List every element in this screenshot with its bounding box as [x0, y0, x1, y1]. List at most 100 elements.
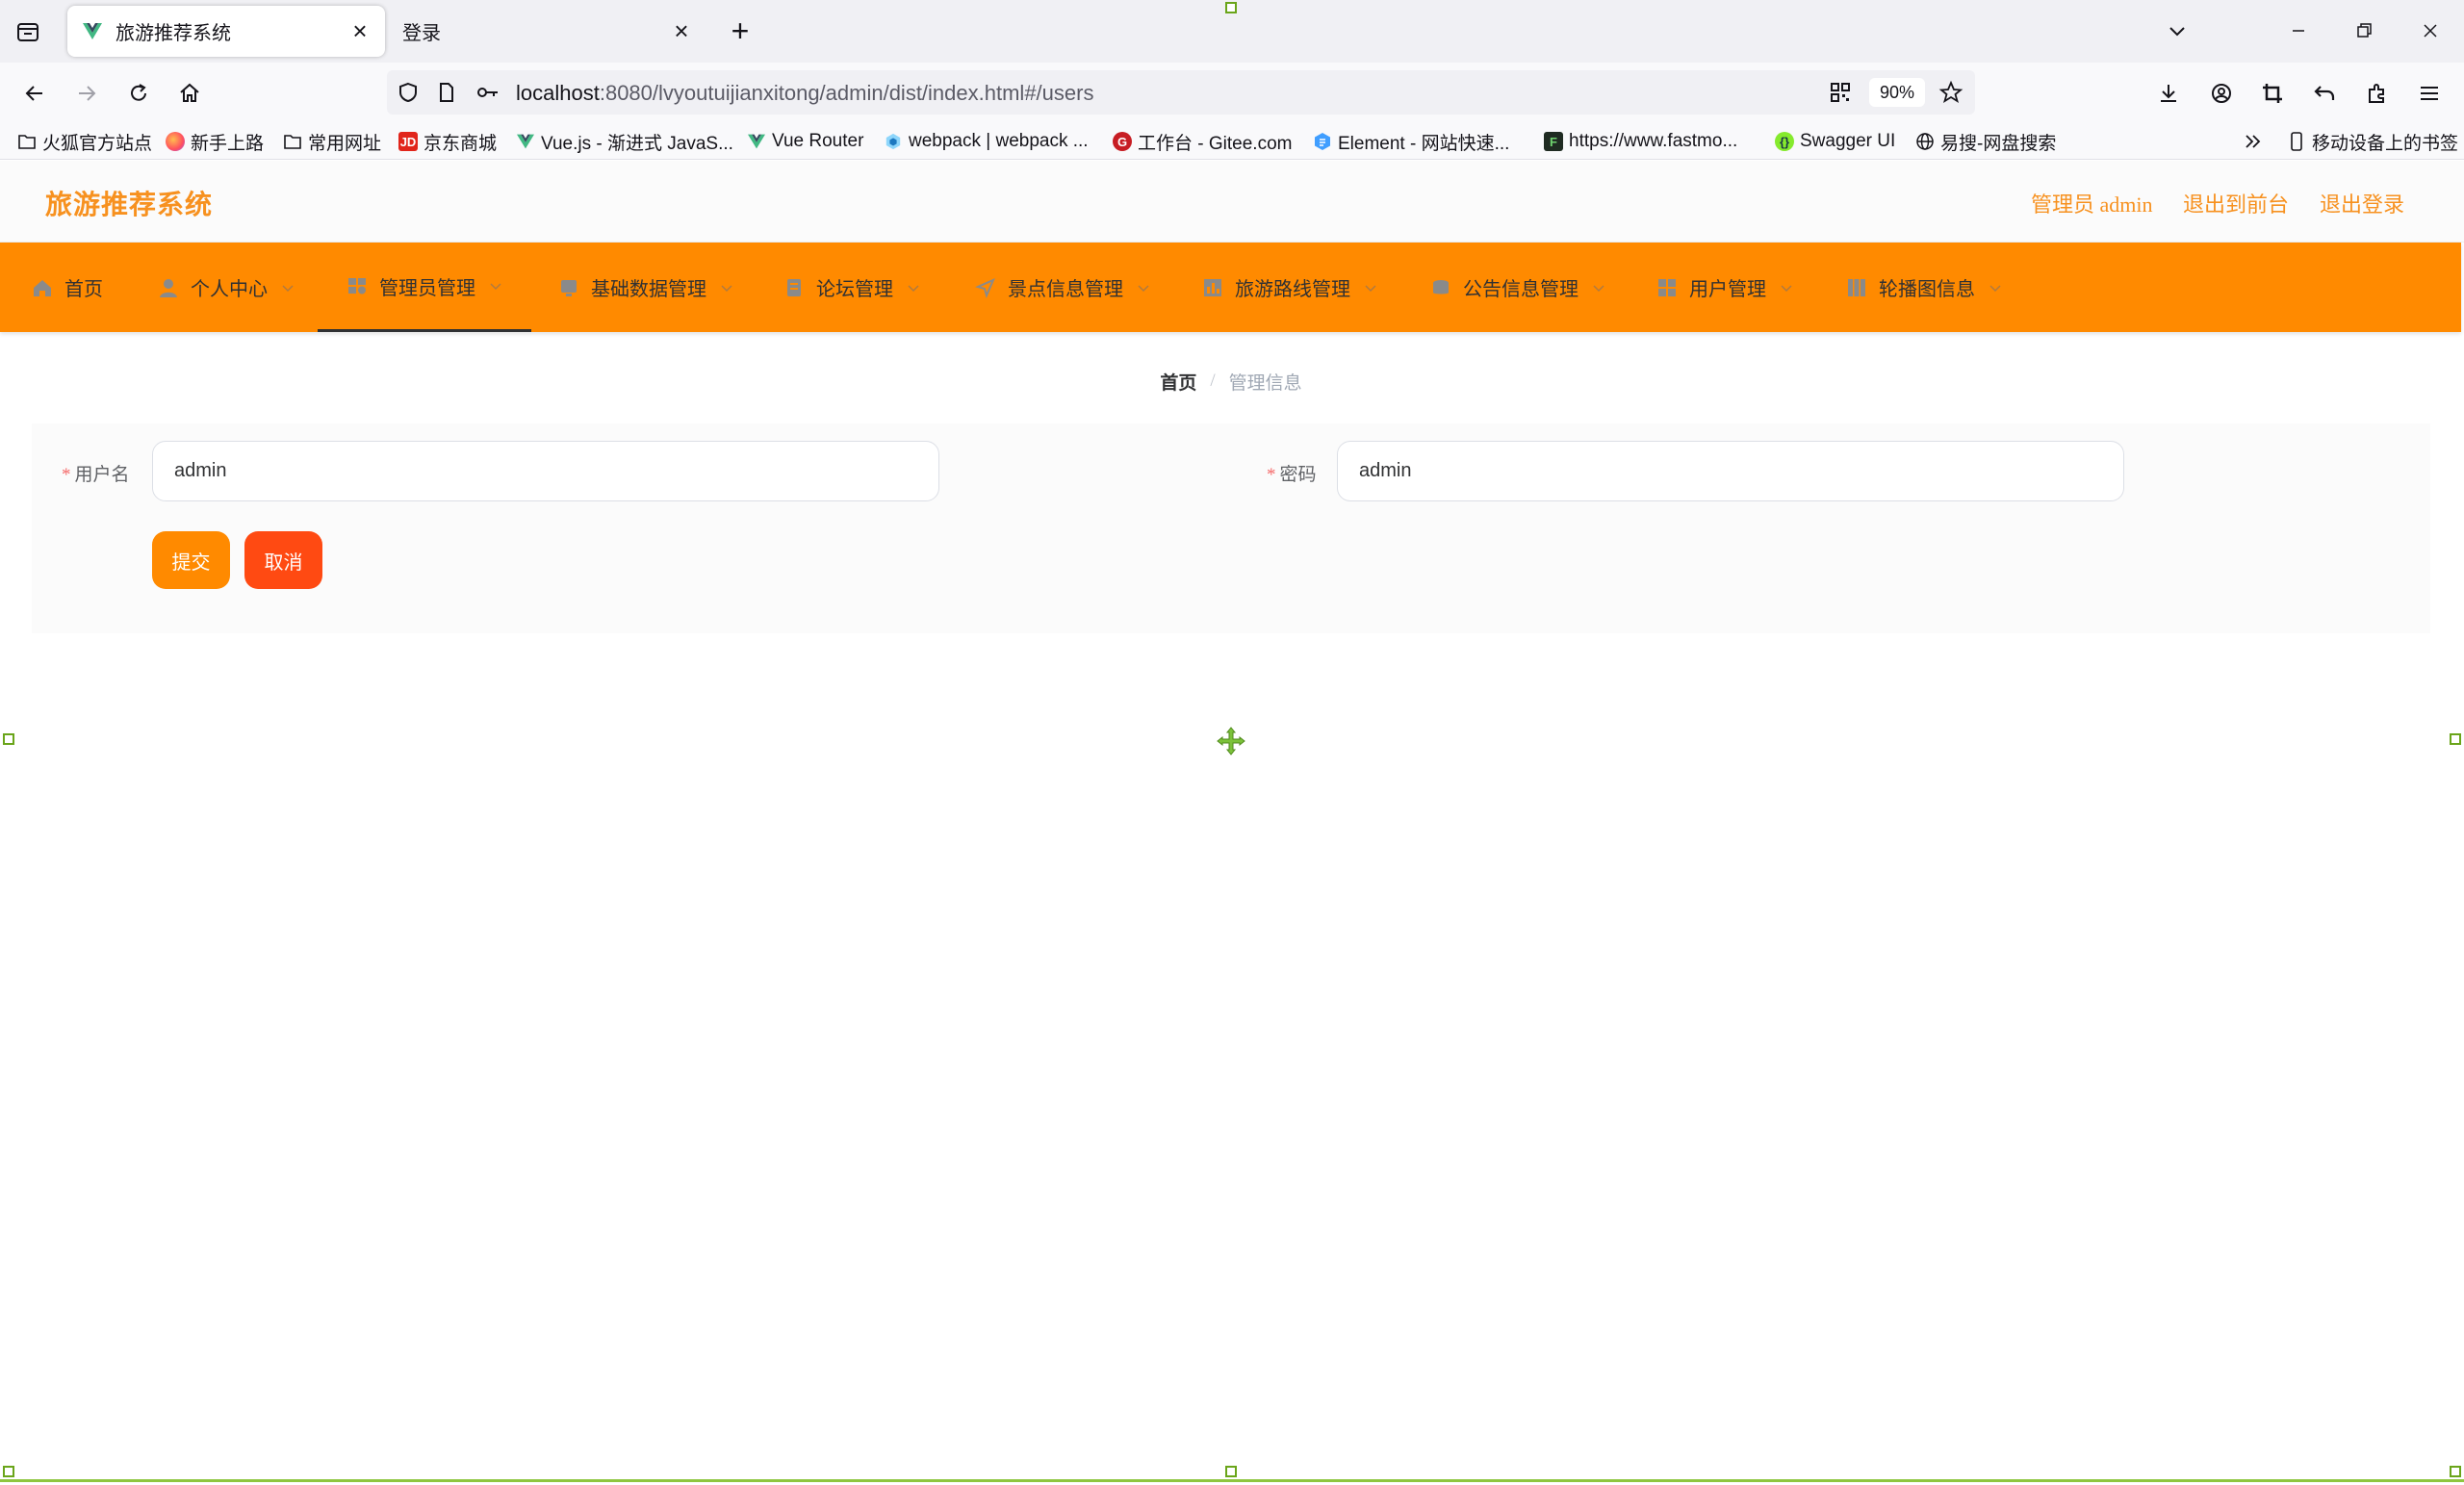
- menu-item-user-management[interactable]: 用户管理: [1656, 243, 1793, 332]
- browser-tab-active[interactable]: 旅游推荐系统 ×: [67, 6, 385, 57]
- exit-to-frontend-link[interactable]: 退出到前台: [2183, 188, 2289, 218]
- menu-item-label: 基础数据管理: [591, 279, 706, 300]
- close-tab-icon[interactable]: ×: [343, 14, 377, 49]
- move-cursor-icon[interactable]: [1216, 726, 1246, 756]
- bookmark-label: Element - 网站快速...: [1338, 133, 1510, 154]
- selection-handle[interactable]: [3, 1466, 14, 1477]
- zoom-level-badge[interactable]: 90%: [1869, 78, 1925, 107]
- bookmark-item[interactable]: 常用网址: [283, 127, 381, 156]
- reload-icon[interactable]: [121, 76, 156, 111]
- back-icon[interactable]: [17, 76, 52, 111]
- forward-icon[interactable]: [69, 76, 104, 111]
- chevron-down-icon: [908, 284, 919, 292]
- menu-item-announcements[interactable]: 公告信息管理: [1430, 243, 1605, 332]
- data-icon: [561, 279, 577, 296]
- bookmark-item[interactable]: {} Swagger UI: [1775, 127, 1895, 156]
- folder-icon: [17, 132, 37, 151]
- bookmark-item[interactable]: Vue.js - 渐进式 JavaS...: [516, 127, 733, 156]
- bookmark-item[interactable]: 新手上路: [166, 127, 264, 156]
- bookmark-label: Vue.js - 渐进式 JavaS...: [541, 133, 733, 154]
- bookmark-label: https://www.fastmo...: [1569, 131, 1738, 151]
- bookmark-label: 新手上路: [191, 133, 265, 154]
- minimize-icon[interactable]: [2279, 13, 2318, 48]
- url-text[interactable]: localhost:8080/lvyoutuijianxitong/admin/…: [516, 81, 1093, 106]
- password-label: * 密码: [1267, 460, 1317, 486]
- submit-button[interactable]: 提交: [152, 531, 230, 589]
- selection-handle[interactable]: [2450, 1466, 2461, 1477]
- firefox-icon: [166, 132, 185, 151]
- notice-icon: [1433, 279, 1449, 294]
- menu-item-label: 用户管理: [1689, 279, 1766, 300]
- menu-item-travel-routes[interactable]: 旅游路线管理: [1202, 243, 1377, 332]
- page-icon[interactable]: [435, 81, 458, 104]
- key-icon[interactable]: [475, 81, 500, 104]
- admin-user-label: 管理员 admin: [2031, 192, 2153, 217]
- bookmark-label: webpack | webpack ...: [909, 131, 1089, 151]
- main-menu-bar: 首页 个人中心 管理员管理 基础数据管理 论坛管理 景点信息管理 旅游路线管理 …: [0, 243, 2461, 332]
- chevron-down-icon: [1365, 284, 1376, 292]
- selection-handle[interactable]: [1225, 1466, 1237, 1477]
- cancel-button[interactable]: 取消: [244, 531, 322, 589]
- menu-item-label: 公告信息管理: [1463, 279, 1578, 300]
- download-icon[interactable]: [2151, 76, 2186, 111]
- logout-link[interactable]: 退出登录: [2320, 188, 2404, 218]
- selection-handle[interactable]: [2450, 733, 2461, 745]
- menu-item-scenic-spots[interactable]: 景点信息管理: [975, 243, 1150, 332]
- menu-item-home[interactable]: 首页: [32, 243, 103, 332]
- selection-handle[interactable]: [3, 733, 14, 745]
- admin-icon: [348, 278, 366, 294]
- bookmark-label: 常用网址: [308, 133, 382, 154]
- bookmark-label: 工作台 - Gitee.com: [1138, 133, 1293, 154]
- list-all-tabs-icon[interactable]: [2158, 13, 2196, 48]
- breadcrumb-home[interactable]: 首页: [1160, 369, 1196, 395]
- app-header: 旅游推荐系统 管理员 admin 退出到前台 退出登录: [0, 161, 2464, 243]
- bookmark-item[interactable]: G 工作台 - Gitee.com: [1113, 127, 1292, 156]
- breadcrumb: 首页 / 管理信息: [32, 352, 2430, 410]
- home-icon[interactable]: [172, 76, 207, 111]
- location-icon: [975, 277, 995, 298]
- element-icon: [1313, 132, 1332, 151]
- username-input[interactable]: [152, 441, 939, 501]
- close-tab-icon[interactable]: ×: [664, 14, 699, 49]
- bookmark-item[interactable]: Element - 网站快速...: [1313, 127, 1509, 156]
- bookmark-item[interactable]: Vue Router: [747, 127, 863, 156]
- screenshot-crop-icon[interactable]: [2255, 76, 2290, 111]
- star-icon[interactable]: [1938, 80, 1964, 105]
- extensions-icon[interactable]: [2360, 76, 2395, 111]
- tab-title: 旅游推荐系统: [116, 23, 231, 44]
- selection-handle[interactable]: [1225, 2, 1237, 13]
- jd-icon: JD: [398, 132, 418, 151]
- shield-icon[interactable]: [397, 81, 420, 104]
- password-input[interactable]: [1337, 441, 2124, 501]
- qr-code-icon[interactable]: [1829, 81, 1852, 104]
- bookmark-item[interactable]: 易搜-网盘搜索: [1915, 127, 2056, 156]
- address-bar[interactable]: localhost:8080/lvyoutuijianxitong/admin/…: [387, 70, 1975, 115]
- menu-item-label: 轮播图信息: [1879, 279, 1975, 300]
- menu-item-forum[interactable]: 论坛管理: [783, 243, 920, 332]
- menu-item-personal-center[interactable]: 个人中心: [158, 243, 295, 332]
- bookmark-item[interactable]: JD 京东商城: [398, 127, 497, 156]
- menu-item-admin-management[interactable]: 管理员管理: [318, 243, 531, 332]
- close-window-icon[interactable]: [2411, 13, 2450, 48]
- bookmark-item[interactable]: Fhttps://www.fastmo...: [1544, 127, 1737, 156]
- menu-item-basic-data[interactable]: 基础数据管理: [558, 243, 733, 332]
- menu-item-carousel[interactable]: 轮播图信息: [1846, 243, 2002, 332]
- menu-hamburger-icon[interactable]: [2412, 76, 2447, 111]
- mobile-bookmarks[interactable]: 移动设备上的书签: [2287, 127, 2458, 156]
- vue-icon: [747, 132, 766, 151]
- username-label-text: 用户名: [74, 465, 130, 485]
- account-icon[interactable]: [2204, 76, 2239, 111]
- forum-icon: [787, 278, 801, 296]
- gitee-icon: G: [1113, 132, 1132, 151]
- route-icon: [1204, 278, 1221, 296]
- undo-icon[interactable]: [2307, 76, 2342, 111]
- restore-icon[interactable]: [2345, 13, 2383, 48]
- new-tab-button[interactable]: +: [724, 15, 757, 48]
- admin-edit-form: *用户名 *密码 提交 取消: [32, 423, 2430, 633]
- webpack-icon: [884, 132, 903, 151]
- browser-tab[interactable]: 登录 ×: [389, 6, 706, 57]
- tab-list-icon[interactable]: [13, 17, 42, 46]
- bookmarks-overflow-chevron-icon[interactable]: [2243, 127, 2264, 156]
- bookmark-item[interactable]: webpack | webpack ...: [884, 127, 1089, 156]
- bookmark-item[interactable]: 火狐官方站点: [17, 127, 152, 156]
